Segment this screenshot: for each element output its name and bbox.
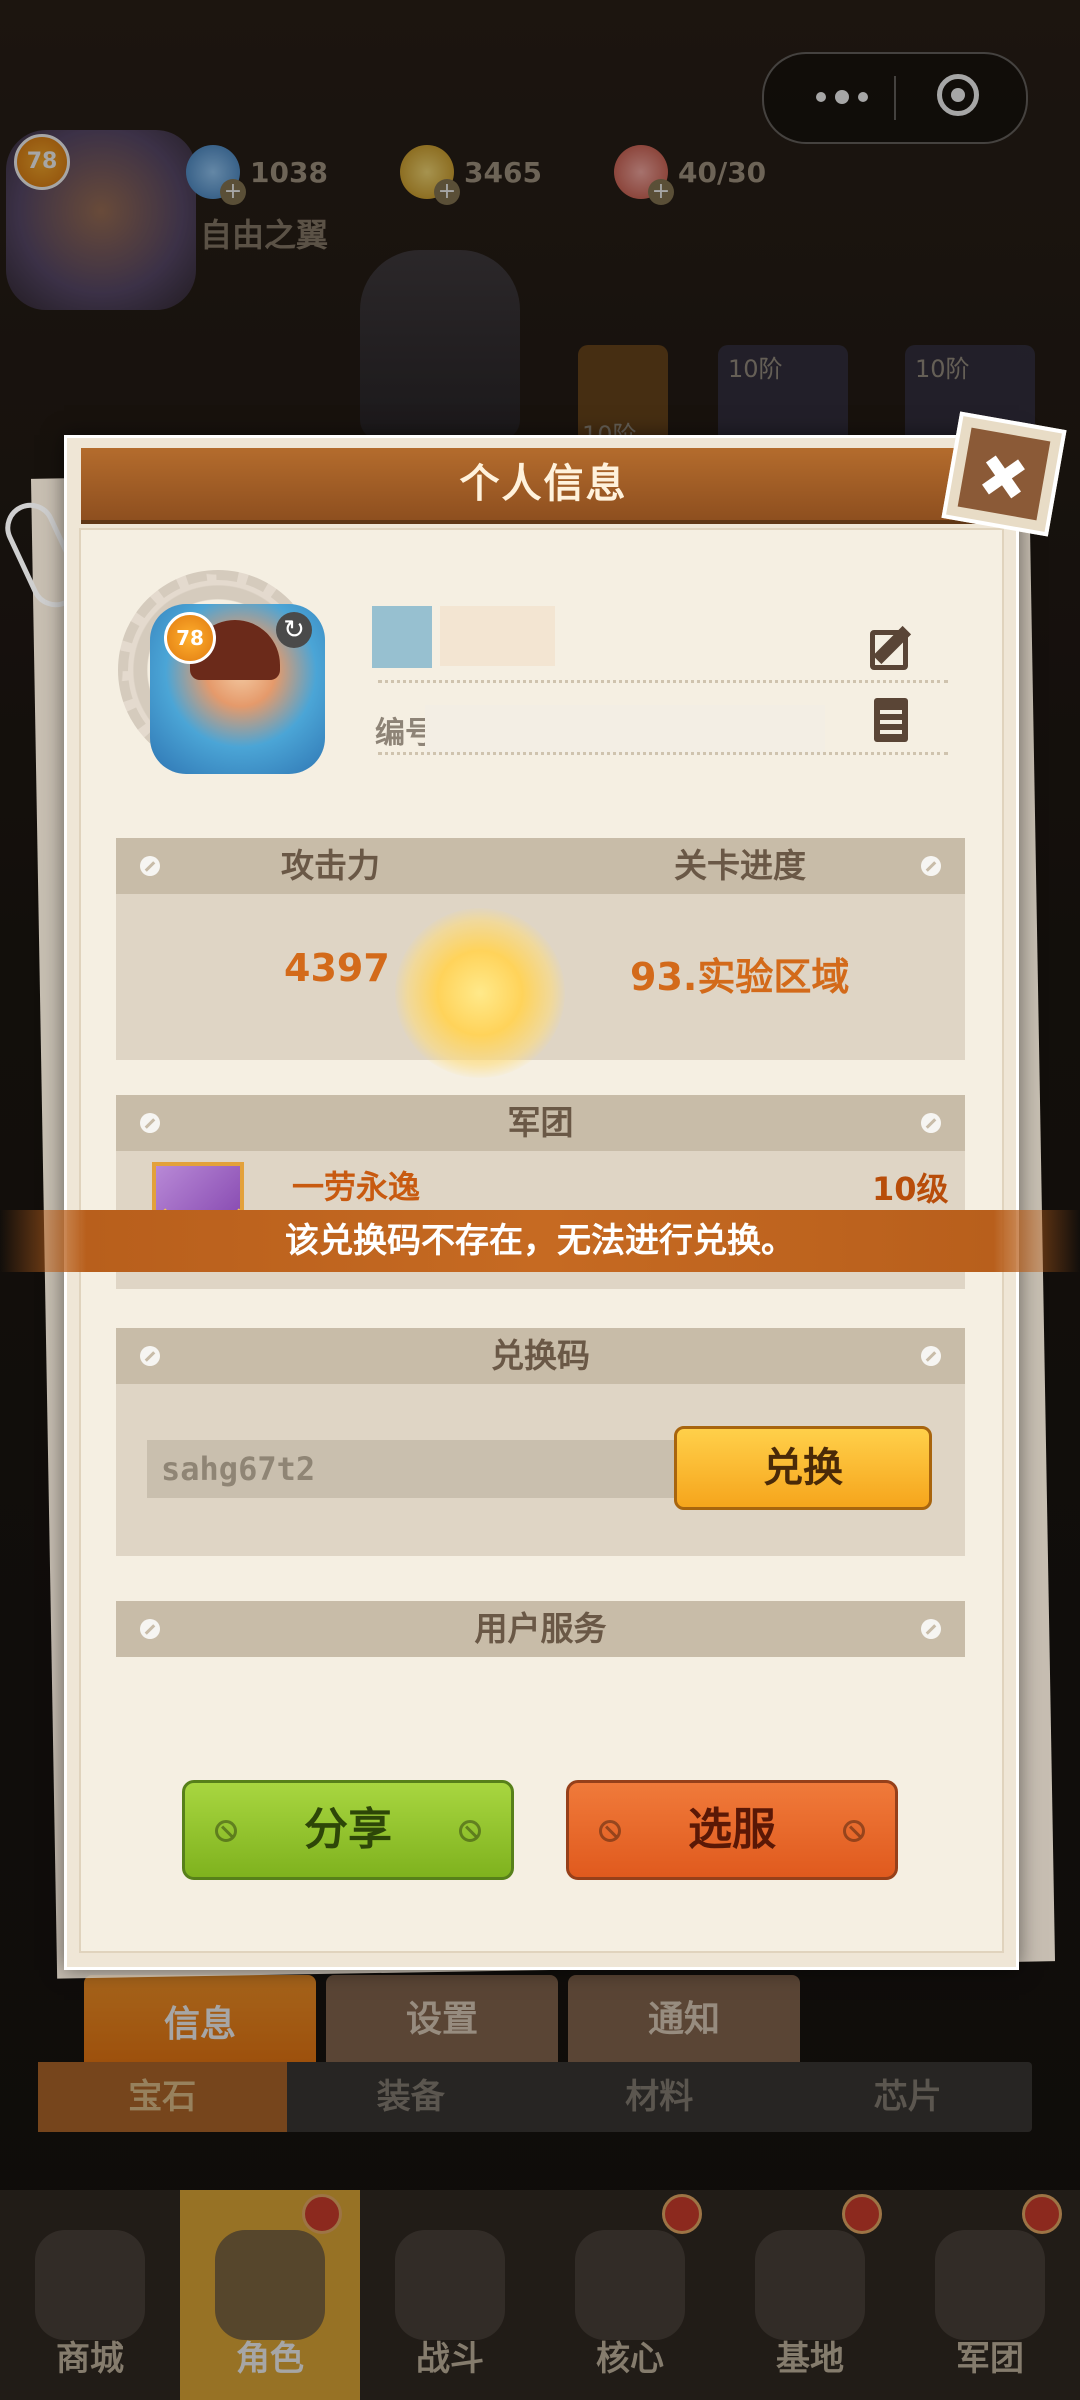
redeem-header-label: 兑换码 <box>491 1336 590 1375</box>
close-icon <box>957 427 1051 521</box>
bolt-icon <box>599 1820 621 1842</box>
modal-header: 个人信息 <box>81 448 1006 524</box>
edit-name-icon[interactable] <box>866 620 922 674</box>
legion-name: 一劳永逸 <box>292 1168 421 1206</box>
stage-progress-value: 93.实验区域 <box>630 955 850 999</box>
select-server-button[interactable]: 选服 <box>566 1780 898 1880</box>
toast-message: 该兑换码不存在，无法进行兑换。 <box>0 1210 1080 1272</box>
player-name-redacted <box>372 606 432 668</box>
select-server-label: 选服 <box>688 1804 776 1855</box>
close-button[interactable] <box>941 411 1067 537</box>
redeem-code-input[interactable] <box>147 1440 687 1498</box>
attack-label: 攻击力 <box>281 846 380 885</box>
refresh-avatar-icon[interactable]: ↻ <box>276 612 312 648</box>
pin-icon <box>921 1113 941 1133</box>
user-service-label: 用户服务 <box>474 1609 607 1648</box>
legion-level: 10级 <box>872 1170 949 1208</box>
legion-header-label: 军团 <box>507 1103 574 1142</box>
stats-header: 攻击力 关卡进度 <box>116 838 965 894</box>
redeem-button[interactable]: 兑换 <box>674 1426 932 1510</box>
toast-text: 该兑换码不存在，无法进行兑换。 <box>285 1221 795 1261</box>
divider <box>378 680 948 683</box>
profile-level-badge: 78 <box>164 612 216 664</box>
legion-header: 军团 <box>116 1095 965 1151</box>
user-service-header: 用户服务 <box>116 1601 965 1657</box>
player-id-redacted <box>425 705 825 755</box>
modal-title: 个人信息 <box>459 461 628 507</box>
bolt-icon <box>215 1820 237 1842</box>
bolt-icon <box>843 1820 865 1842</box>
sparkle-glow-effect <box>395 908 565 1078</box>
bolt-icon <box>459 1820 481 1842</box>
copy-id-icon[interactable] <box>868 694 918 744</box>
attack-value: 4397 <box>284 946 390 990</box>
pin-icon <box>140 856 160 876</box>
pin-icon <box>921 1346 941 1366</box>
divider <box>378 752 948 755</box>
progress-label: 关卡进度 <box>674 846 806 885</box>
redeem-header: 兑换码 <box>116 1328 965 1384</box>
player-name-redacted <box>440 606 555 666</box>
pin-icon <box>921 856 941 876</box>
share-label: 分享 <box>304 1804 392 1855</box>
pin-icon <box>921 1619 941 1639</box>
share-button[interactable]: 分享 <box>182 1780 514 1880</box>
